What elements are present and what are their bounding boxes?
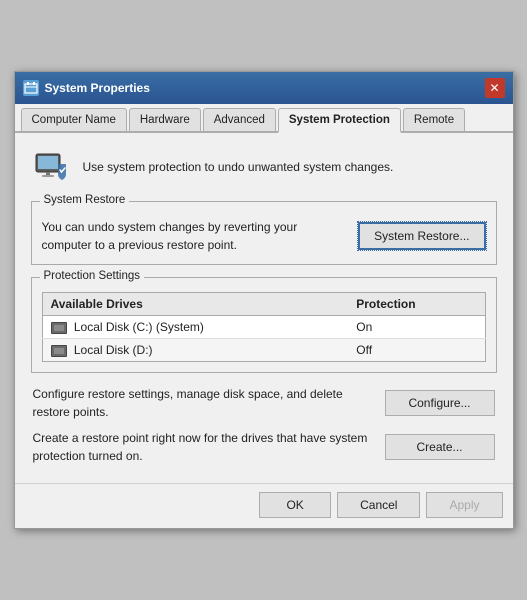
drive-protection-d: Off <box>348 339 485 362</box>
table-row[interactable]: Local Disk (C:) (System) On <box>42 316 485 339</box>
tab-system-protection[interactable]: System Protection <box>278 108 401 133</box>
drive-name-d: Local Disk (D:) <box>42 339 348 362</box>
configure-button[interactable]: Configure... <box>385 390 495 416</box>
drive-protection-c: On <box>348 316 485 339</box>
ok-button[interactable]: OK <box>259 492 331 518</box>
drive-icon-c <box>51 322 67 334</box>
table-row[interactable]: Local Disk (D:) Off <box>42 339 485 362</box>
cancel-button[interactable]: Cancel <box>337 492 420 518</box>
system-restore-section: System Restore You can undo system chang… <box>31 201 497 265</box>
dialog-buttons: OK Cancel Apply <box>15 483 513 528</box>
tab-advanced[interactable]: Advanced <box>203 108 276 131</box>
system-restore-button[interactable]: System Restore... <box>358 222 485 250</box>
title-bar-left: System Properties <box>23 80 150 96</box>
create-row: Create a restore point right now for the… <box>31 429 497 465</box>
configure-text: Configure restore settings, manage disk … <box>33 385 375 421</box>
info-banner: Use system protection to undo unwanted s… <box>31 147 497 187</box>
tab-content: Use system protection to undo unwanted s… <box>15 133 513 483</box>
drives-col-header-1: Available Drives <box>42 293 348 316</box>
drives-table: Available Drives Protection Local Disk (… <box>42 292 486 362</box>
drive-icon-d <box>51 345 67 357</box>
window-title: System Properties <box>45 81 150 95</box>
shield-icon <box>31 147 71 187</box>
drive-name-c: Local Disk (C:) (System) <box>42 316 348 339</box>
create-button[interactable]: Create... <box>385 434 495 460</box>
tab-bar: Computer Name Hardware Advanced System P… <box>15 104 513 133</box>
system-properties-window: System Properties ✕ Computer Name Hardwa… <box>14 71 514 529</box>
system-restore-content: You can undo system changes by reverting… <box>42 218 486 254</box>
info-banner-text: Use system protection to undo unwanted s… <box>83 158 394 176</box>
close-button[interactable]: ✕ <box>485 78 505 98</box>
tab-remote[interactable]: Remote <box>403 108 465 131</box>
configure-row: Configure restore settings, manage disk … <box>31 385 497 421</box>
protection-settings-section: Protection Settings Available Drives Pro… <box>31 277 497 373</box>
protection-settings-label: Protection Settings <box>40 270 145 282</box>
create-text: Create a restore point right now for the… <box>33 429 375 465</box>
system-restore-label: System Restore <box>40 194 130 206</box>
apply-button[interactable]: Apply <box>426 492 502 518</box>
tab-computer-name[interactable]: Computer Name <box>21 108 127 131</box>
window-icon <box>23 80 39 96</box>
system-restore-description: You can undo system changes by reverting… <box>42 218 349 254</box>
drives-col-header-2: Protection <box>348 293 485 316</box>
tab-hardware[interactable]: Hardware <box>129 108 201 131</box>
title-bar: System Properties ✕ <box>15 72 513 104</box>
